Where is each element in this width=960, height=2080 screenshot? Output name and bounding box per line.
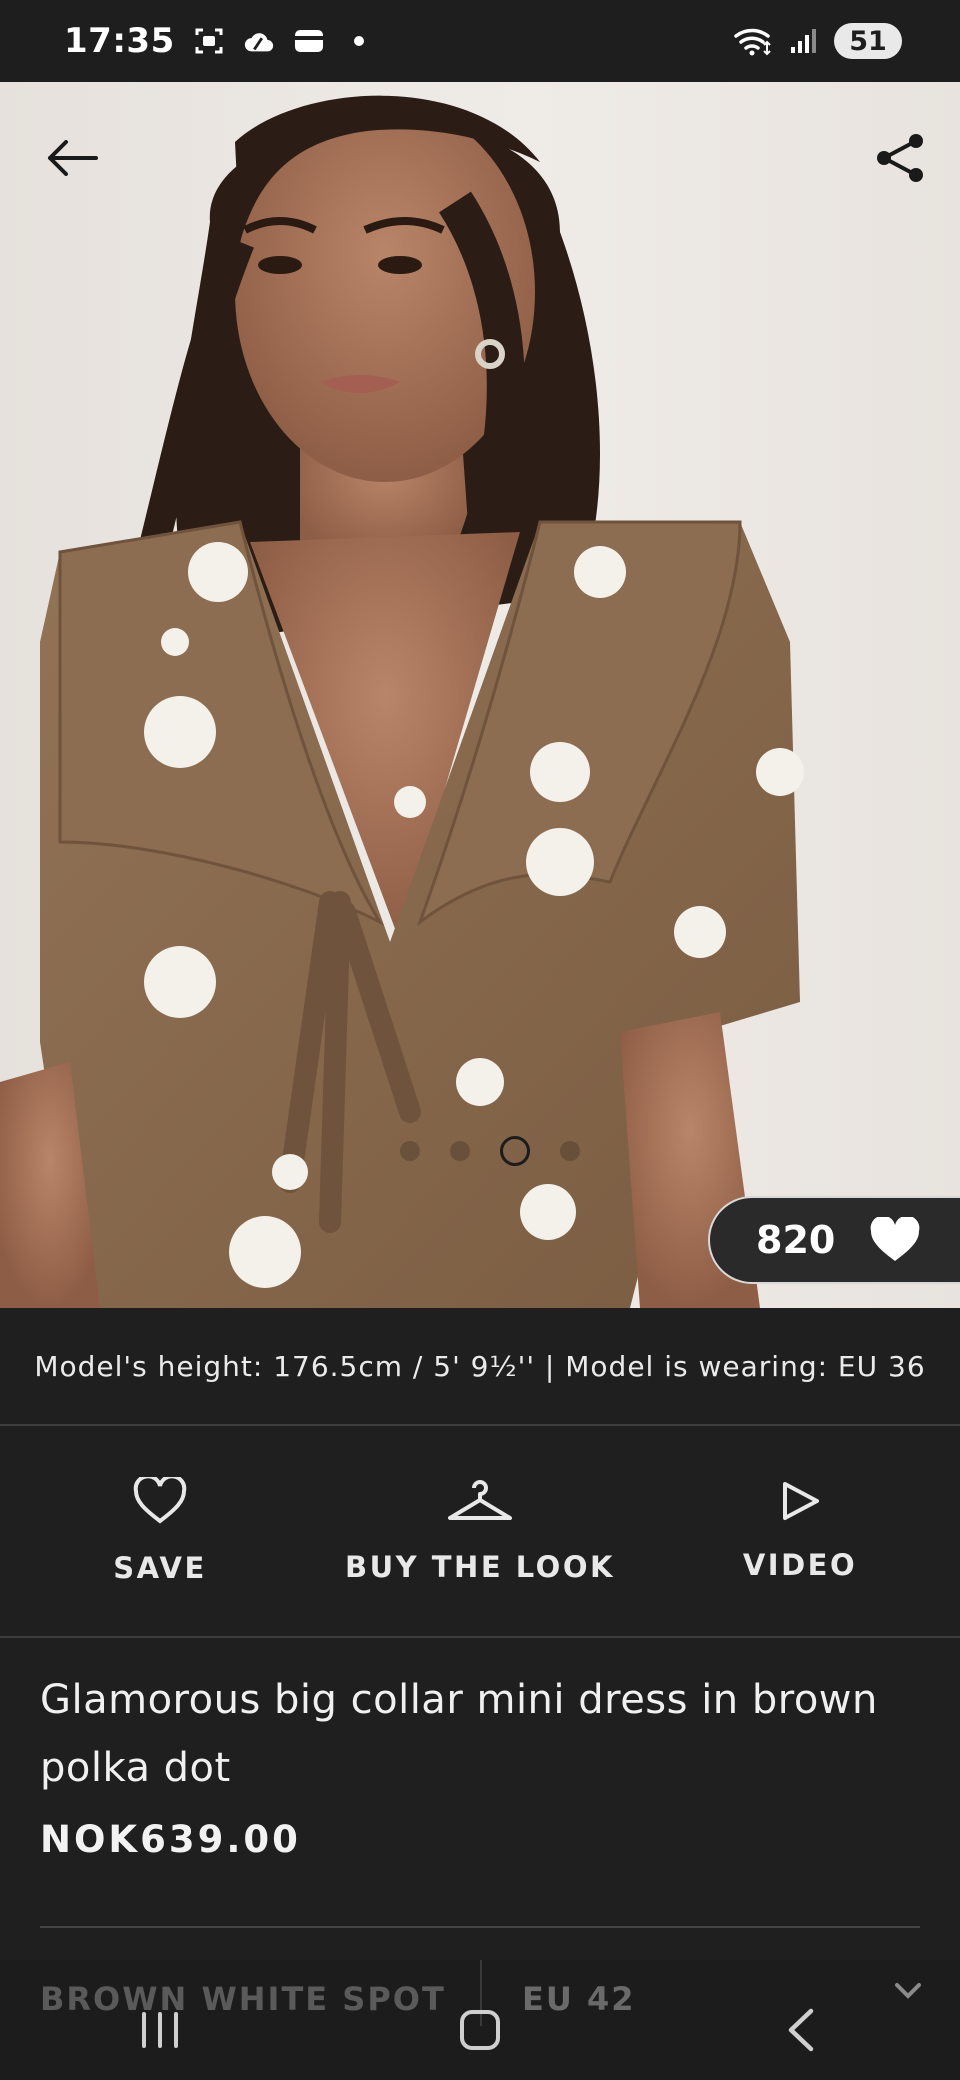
- heart-outline-icon: [133, 1477, 187, 1524]
- pagination-dot-active[interactable]: [500, 1136, 530, 1166]
- gallery-pagination: [0, 1136, 960, 1166]
- signal-icon: [788, 27, 820, 55]
- video-button[interactable]: VIDEO: [640, 1426, 960, 1636]
- home-button[interactable]: [420, 1990, 540, 2070]
- back-button[interactable]: [40, 130, 104, 186]
- product-photo: [0, 95, 804, 1308]
- battery-indicator: 51: [834, 23, 902, 59]
- status-bar: 17:35 51: [0, 0, 960, 82]
- like-count-button[interactable]: 820: [708, 1196, 960, 1284]
- status-time: 17:35: [64, 21, 175, 61]
- hanger-icon: [448, 1480, 512, 1520]
- action-bar: SAVE BUY THE LOOK VIDEO: [0, 1426, 960, 1638]
- product-image-gallery[interactable]: 820: [0, 82, 960, 1308]
- like-count: 820: [756, 1218, 836, 1262]
- arrow-left-icon: [48, 140, 98, 176]
- battery-level: 51: [849, 25, 887, 57]
- share-button[interactable]: [870, 128, 930, 188]
- product-title: Glamorous big collar mini dress in brown…: [40, 1677, 878, 1791]
- share-icon: [877, 134, 923, 182]
- home-icon: [460, 2010, 500, 2050]
- system-back-button[interactable]: [740, 1990, 860, 2070]
- variant-selector: BROWN WHITE SPOT EU 42: [0, 1960, 960, 2080]
- save-button[interactable]: SAVE: [0, 1426, 320, 1636]
- dot-icon: [343, 27, 375, 55]
- recent-apps-button[interactable]: [100, 1990, 220, 2070]
- system-navigation-bar: [0, 1980, 960, 2080]
- pagination-dot[interactable]: [400, 1141, 420, 1161]
- wifi-icon: [734, 27, 774, 56]
- recent-apps-icon: [142, 2012, 178, 2048]
- divider: [40, 1926, 920, 1928]
- product-price: NOK639.00: [40, 1818, 301, 1861]
- buy-the-look-button[interactable]: BUY THE LOOK: [320, 1426, 640, 1636]
- pagination-dot[interactable]: [450, 1141, 470, 1161]
- save-label: SAVE: [113, 1551, 207, 1585]
- play-icon: [783, 1482, 819, 1520]
- back-icon: [788, 2008, 814, 2052]
- screenshot-icon: [193, 27, 225, 55]
- model-info: Model's height: 176.5cm / 5' 9½'' | Mode…: [0, 1308, 960, 1426]
- video-label: VIDEO: [742, 1548, 858, 1582]
- wallet-icon: [293, 27, 325, 55]
- buy-the-look-label: BUY THE LOOK: [345, 1550, 615, 1584]
- heart-filled-icon: [870, 1217, 920, 1261]
- pagination-dot[interactable]: [560, 1141, 580, 1161]
- cloud-icon: [243, 27, 275, 55]
